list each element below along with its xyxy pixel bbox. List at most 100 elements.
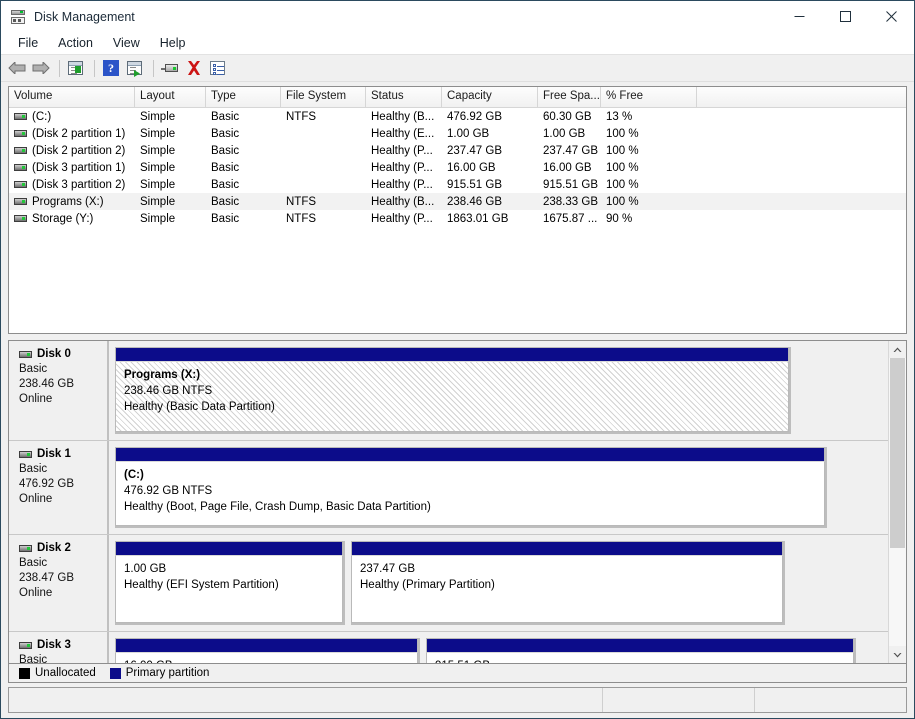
- volume-label: Storage (Y:): [32, 212, 94, 225]
- disk-type: Basic: [19, 463, 48, 475]
- partition-status: Healthy (Primary Partition): [360, 579, 495, 591]
- volume-column-header[interactable]: Layout: [135, 87, 206, 107]
- partition-block[interactable]: (C:) 476.92 GB NTFS Healthy (Boot, Page Fi…: [115, 447, 827, 528]
- disk-size: 238.46 GB: [19, 378, 74, 390]
- volume-column-header[interactable]: Free Spa...: [538, 87, 601, 107]
- partition-block[interactable]: 915.51 GBHealthy (Primary Partition): [426, 638, 856, 663]
- disk-management-window: Disk Management File Action View Help ? …: [0, 0, 915, 719]
- table-row[interactable]: Storage (Y:) Simple Basic NTFS Healthy (P...…: [9, 210, 906, 227]
- volume-column-header[interactable]: Capacity: [442, 87, 538, 107]
- cell-pctfree: 100 %: [606, 127, 639, 140]
- volume-drive-icon: [14, 164, 27, 171]
- volume-drive-icon: [14, 215, 27, 222]
- table-row[interactable]: (C:) Simple Basic NTFS Healthy (B... 476.92 G…: [9, 108, 906, 125]
- menu-help[interactable]: Help: [151, 34, 195, 52]
- volume-list-header: Volume Layout Type File System Status Capacit…: [9, 87, 906, 108]
- menu-bar: File Action View Help: [1, 32, 914, 55]
- rescan-disks-button[interactable]: [159, 57, 181, 79]
- partition-block[interactable]: 16.00 GBHealthy (Primary Partition): [115, 638, 420, 663]
- volume-label: (Disk 3 partition 2): [32, 178, 126, 191]
- maximize-button[interactable]: [822, 1, 868, 32]
- help-button[interactable]: ?: [100, 57, 122, 79]
- status-pane-3: [754, 688, 906, 712]
- graphical-view-scrollbar[interactable]: [888, 341, 906, 663]
- disk-drive-icon: [10, 9, 26, 25]
- disk-row[interactable]: Disk 0 Basic 238.46 GB Online Programs (X:) 2…: [9, 341, 888, 441]
- menu-file[interactable]: File: [9, 34, 47, 52]
- scrollbar-thumb[interactable]: [890, 358, 905, 548]
- partition-color-bar: [115, 638, 418, 652]
- partition-details: 915.51 GBHealthy (Primary Partition): [426, 652, 854, 663]
- back-button[interactable]: [6, 57, 28, 79]
- disk-title: Disk 1: [19, 448, 107, 460]
- disk-info-panel[interactable]: Disk 0 Basic 238.46 GB Online: [9, 341, 109, 440]
- disk-type: Basic: [19, 363, 48, 375]
- partition-block[interactable]: 1.00 GB Healthy (EFI System Partition): [115, 541, 345, 625]
- cell-type: Basic: [211, 161, 240, 174]
- disk-partitions: 16.00 GBHealthy (Primary Partition) 915.5…: [109, 632, 888, 663]
- table-row[interactable]: (Disk 2 partition 2) Simple Basic Healthy (…: [9, 142, 906, 159]
- disk-info-panel[interactable]: Disk 2 Basic 238.47 GB Online: [9, 535, 109, 631]
- partition-size: 915.51 GB: [435, 658, 853, 663]
- table-row[interactable]: (Disk 3 partition 2) Simple Basic Healthy (…: [9, 176, 906, 193]
- volume-column-header[interactable]: % Free: [601, 87, 697, 107]
- disk-info-panel[interactable]: Disk 3Basic931.51 GBOnline: [9, 632, 109, 663]
- scroll-down-button[interactable]: [889, 646, 906, 663]
- volume-column-header[interactable]: Type: [206, 87, 281, 107]
- status-pane-1: [9, 688, 602, 712]
- volume-label: (Disk 2 partition 1): [32, 127, 126, 140]
- show-hide-console-tree-button[interactable]: [65, 57, 87, 79]
- volume-cell: (C:): [9, 111, 135, 123]
- cell-capacity: 237.47 GB: [447, 144, 502, 157]
- cell-status: Healthy (B...: [371, 195, 435, 208]
- show-hide-action-pane-button[interactable]: [124, 57, 146, 79]
- delete-button[interactable]: [183, 57, 205, 79]
- properties-button[interactable]: [207, 57, 229, 79]
- table-row[interactable]: (Disk 3 partition 1) Simple Basic Healthy (…: [9, 159, 906, 176]
- cell-free: 238.33 GB: [543, 195, 598, 208]
- disk-partitions: 1.00 GB Healthy (EFI System Partition) 237…: [109, 535, 888, 631]
- minimize-button[interactable]: [776, 1, 822, 32]
- disk-row[interactable]: Disk 3Basic931.51 GBOnline16.00 GBHealth…: [9, 632, 888, 663]
- partition-block[interactable]: 237.47 GB Healthy (Primary Partition): [351, 541, 785, 625]
- volume-column-header[interactable]: Volume: [9, 87, 135, 107]
- volume-column-header[interactable]: Status: [366, 87, 442, 107]
- close-icon: [885, 11, 897, 22]
- scroll-up-button[interactable]: [889, 341, 906, 358]
- partition-block[interactable]: Programs (X:) 238.46 GB NTFS Healthy (Basi…: [115, 347, 791, 434]
- cell-capacity: 16.00 GB: [447, 161, 496, 174]
- scroll-up-icon: [893, 347, 902, 352]
- cell-free: 16.00 GB: [543, 161, 592, 174]
- volume-column-header[interactable]: File System: [281, 87, 366, 107]
- disk-size: 238.47 GB: [19, 572, 74, 584]
- disk-row[interactable]: Disk 1 Basic 476.92 GB Online (C:) 476.92 GB …: [9, 441, 888, 535]
- forward-button[interactable]: [30, 57, 52, 79]
- partition-details: Programs (X:) 238.46 GB NTFS Healthy (Basi…: [115, 361, 789, 432]
- caption-buttons: [776, 1, 914, 32]
- cell-pctfree: 100 %: [606, 195, 639, 208]
- partition-size: 476.92 GB NTFS: [124, 485, 213, 497]
- legend-item: Primary partition: [109, 667, 209, 679]
- disk-info-panel[interactable]: Disk 1 Basic 476.92 GB Online: [9, 441, 109, 534]
- close-button[interactable]: [868, 1, 914, 32]
- partition-status: Healthy (EFI System Partition): [124, 579, 279, 591]
- table-row[interactable]: Programs (X:) Simple Basic NTFS Healthy (B..…: [9, 193, 906, 210]
- cell-capacity: 1863.01 GB: [447, 212, 509, 225]
- volume-drive-icon: [14, 198, 27, 205]
- disk-name: Disk 3: [37, 639, 71, 651]
- cell-capacity: 915.51 GB: [447, 178, 502, 191]
- volume-list-body: (C:) Simple Basic NTFS Healthy (B... 476.92 G…: [9, 108, 906, 333]
- graphical-view-scroll-area: Disk 0 Basic 238.46 GB Online Programs (X:) 2…: [9, 341, 888, 663]
- scrollbar-track[interactable]: [889, 358, 906, 646]
- cell-status: Healthy (P...: [371, 144, 433, 157]
- maximize-icon: [839, 11, 851, 22]
- volume-drive-icon: [14, 147, 27, 154]
- volume-column-header[interactable]: [697, 87, 906, 107]
- disk-row[interactable]: Disk 2 Basic 238.47 GB Online 1.00 GB Healthy…: [9, 535, 888, 632]
- disk-drive-icon: [19, 450, 32, 458]
- table-row[interactable]: (Disk 2 partition 1) Simple Basic Healthy (…: [9, 125, 906, 142]
- cell-pctfree: 100 %: [606, 161, 639, 174]
- menu-action[interactable]: Action: [49, 34, 102, 52]
- cell-filesystem: NTFS: [286, 195, 317, 208]
- menu-view[interactable]: View: [104, 34, 149, 52]
